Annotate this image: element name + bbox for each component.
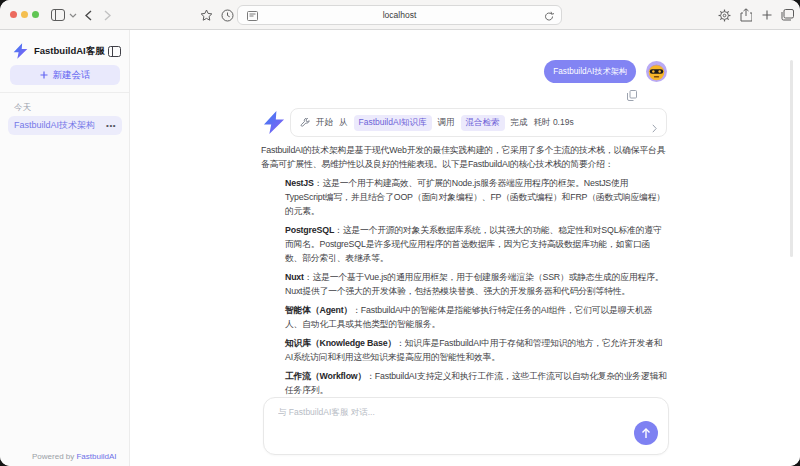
conversation-title: FastbuildAI技术架构 (14, 119, 106, 132)
assistant-message-body: FastbuildAI的技术架构是基于现代Web开发的最佳实践构建的，它采用了多… (261, 143, 667, 402)
chat-input[interactable] (278, 407, 628, 437)
app-header: FastbuildAI客服 (13, 42, 121, 60)
close-window-button[interactable] (10, 11, 17, 18)
send-arrow-icon (641, 428, 651, 439)
tab-overview-icon[interactable] (779, 0, 795, 30)
powered-by-brand[interactable]: FastbuildAI (76, 452, 116, 461)
tech-stack-term: NestJS (285, 178, 314, 188)
wrench-icon (300, 118, 310, 128)
scrollbar-thumb[interactable] (790, 60, 793, 257)
tool-time-label: 耗时 0.19s (534, 117, 574, 129)
conversation-more-icon[interactable]: ••• (106, 121, 116, 130)
tech-stack-item: 智能体（Agent）：FastbuildAI中的智能体是指能够执行特定任务的AI… (285, 303, 667, 331)
intro-paragraph: FastbuildAI的技术架构是基于现代Web开发的最佳实践构建的，它采用了多… (261, 143, 667, 171)
powered-by: Powered by FastbuildAI (32, 452, 117, 461)
minimize-window-button[interactable] (21, 11, 28, 18)
new-conversation-button[interactable]: 新建会话 (10, 65, 120, 85)
user-message-row: FastbuildAI技术架构 (544, 60, 667, 83)
tech-stack-desc: ：这是一个开源的对象关系数据库系统，以其强大的功能、稳定性和对SQL标准的遵守而… (285, 225, 662, 263)
chat-input-box (263, 397, 669, 455)
sidebar-divider (0, 92, 129, 93)
new-conversation-label: 新建会话 (53, 69, 91, 82)
tool-done-label: 完成 (511, 117, 528, 129)
tool-call-status-bar[interactable]: 开始 从 FastbuildAI知识库 调用 混合检索 完成 耗时 0.19s (290, 108, 667, 137)
tech-stack-term: 知识库（Knowledge Base） (285, 338, 396, 348)
app-title: FastbuildAI客服 (34, 45, 108, 58)
chat-main: FastbuildAI技术架构 开始 (131, 30, 800, 466)
share-icon[interactable] (738, 0, 754, 30)
powered-by-text: Powered by (32, 452, 76, 461)
chevron-down-icon[interactable] (68, 0, 78, 30)
reload-icon[interactable] (543, 1, 555, 31)
zoom-window-button[interactable] (32, 11, 39, 18)
tech-stack-item: NestJS：这是一个用于构建高效、可扩展的Node.js服务器端应用程序的框架… (285, 176, 667, 218)
user-message-bubble: FastbuildAI技术架构 (544, 60, 636, 83)
bookmark-star-icon[interactable] (198, 0, 214, 30)
app-logo-bolt-icon (13, 43, 28, 59)
conversation-group-label: 今天 (14, 102, 31, 114)
tool-invoke-label: 调用 (438, 117, 455, 129)
copy-message-icon[interactable] (627, 87, 637, 105)
knowledge-base-chip[interactable]: FastbuildAI知识库 (354, 115, 432, 131)
tool-from-label: 从 (339, 117, 348, 129)
sidebar: FastbuildAI客服 新建会话 今天 FastbuildAI技术架构 ••… (0, 30, 130, 466)
assistant-avatar-bolt-icon (263, 111, 285, 134)
tech-stack-item: 知识库（Knowledge Base）：知识库是FastbuildAI中用于存储… (285, 336, 667, 364)
sidebar-toggle-icon[interactable] (50, 0, 66, 30)
expand-chevron-icon[interactable] (652, 119, 657, 137)
tech-stack-term: 工作流（Workflow） (285, 371, 366, 381)
tech-stack-item: 工作流（Workflow）：FastbuildAI支持定义和执行工作流，这些工作… (285, 369, 667, 397)
settings-gear-icon[interactable] (716, 0, 732, 30)
tech-stack-item: PostgreSQL：这是一个开源的对象关系数据库系统，以其强大的功能、稳定性和… (285, 223, 667, 265)
browser-window: localhost FastbuildAI客服 新建会话 今天 (0, 0, 800, 466)
tech-stack-term: PostgreSQL (285, 225, 334, 235)
plus-icon (40, 71, 48, 79)
back-button[interactable] (82, 0, 94, 30)
tech-stack-desc: ：这是一个用于构建高效、可扩展的Node.js服务器端应用程序的框架。NestJ… (285, 178, 665, 216)
address-bar[interactable]: localhost (237, 5, 562, 25)
url-text: localhost (238, 6, 561, 24)
user-avatar (646, 61, 667, 82)
tech-stack-item: Nuxt：这是一个基于Vue.js的通用应用框架，用于创建服务端渲染（SSR）或… (285, 270, 667, 298)
browser-toolbar: localhost (0, 0, 800, 30)
retrieval-method-chip[interactable]: 混合检索 (461, 115, 505, 131)
collapse-sidebar-icon[interactable] (108, 46, 121, 57)
conversation-item[interactable]: FastbuildAI技术架构 ••• (8, 116, 122, 135)
tool-start-label: 开始 (316, 117, 333, 129)
tech-stack-term: Nuxt (285, 272, 304, 282)
send-button[interactable] (634, 421, 658, 445)
tech-stack-desc: ：这是一个基于Vue.js的通用应用框架，用于创建服务端渲染（SSR）或静态生成… (285, 272, 663, 296)
new-tab-plus-icon[interactable] (759, 0, 775, 30)
tech-stack-list: NestJS：这是一个用于构建高效、可扩展的Node.js服务器端应用程序的框架… (261, 176, 667, 397)
tech-stack-term: 智能体（Agent） (285, 305, 352, 315)
history-clock-icon[interactable] (219, 0, 235, 30)
forward-button[interactable] (101, 0, 113, 30)
